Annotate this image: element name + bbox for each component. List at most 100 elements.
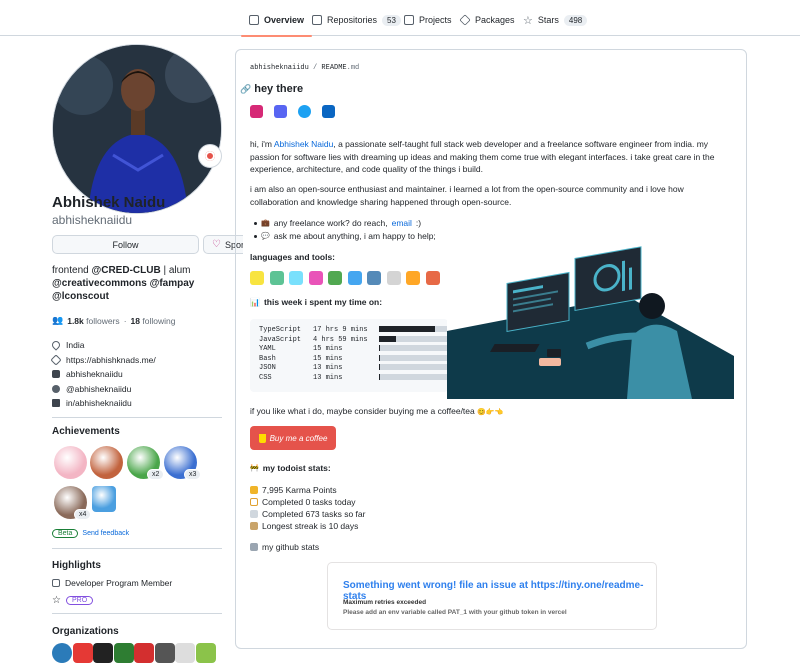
tab-counter: 498	[563, 14, 588, 26]
progress-bar-track	[380, 354, 449, 361]
instagram-icon[interactable]	[250, 105, 263, 118]
stats-error-card[interactable]: Something went wrong! file an issue at h…	[327, 562, 657, 630]
github-stats-heading: my github stats	[250, 542, 319, 552]
organization-avatar[interactable]	[154, 643, 175, 663]
linkedin-icon[interactable]	[322, 105, 335, 118]
tab-stars[interactable]: ☆ Stars 498	[523, 9, 588, 31]
profile-name: Abhishek Naidu	[52, 194, 166, 211]
followers-link[interactable]: 1.8k followers	[67, 316, 119, 326]
highlight-label: Developer Program Member	[65, 578, 173, 588]
highlight-item: ☆ PRO	[52, 595, 94, 606]
language-time: 15 mins	[313, 345, 343, 353]
twitter-icon[interactable]	[298, 105, 311, 118]
linkedin-link[interactable]: in/abhisheknaiidu	[66, 398, 132, 408]
wakatime-row: CSS 13 mins	[259, 374, 449, 384]
python-icon[interactable]	[367, 271, 381, 285]
readme-breadcrumb: abhisheknaiidu / README.md	[250, 64, 359, 72]
instagram-link[interactable]: abhisheknaiidu	[66, 369, 123, 379]
language-time: 15 mins	[313, 354, 343, 363]
location-icon	[50, 339, 62, 351]
coffee-cup-icon	[258, 433, 266, 443]
vcard-details: India https://abhishknads.me/ abhishekna…	[50, 338, 156, 411]
breadcrumb-separator: /	[308, 64, 322, 72]
pro-badge: PRO	[65, 596, 94, 605]
website-link[interactable]: https://abhishknads.me/	[66, 355, 156, 365]
organization-avatar[interactable]	[72, 643, 93, 663]
achievement-multiplier: x3	[184, 469, 202, 480]
profile-tabs: Overview Repositories 53 Projects Packag…	[0, 0, 800, 37]
hourglass-icon	[250, 522, 258, 530]
docker-icon[interactable]	[347, 271, 362, 285]
website-row: https://abhishknads.me/	[50, 353, 156, 368]
twitter-icon	[52, 384, 60, 393]
following-link[interactable]: 18 following	[131, 316, 176, 326]
organization-avatar[interactable]	[195, 643, 216, 663]
tab-overview[interactable]: Overview	[240, 9, 313, 37]
organization-avatar[interactable]	[52, 643, 72, 663]
readme-file-link[interactable]: README	[321, 64, 346, 72]
achievements-feedback: Beta Send feedback	[52, 529, 129, 538]
profile-bio: frontend @CRED-CLUB | alum @creativecomm…	[52, 264, 222, 303]
org-mention[interactable]: @CRED-CLUB	[91, 265, 160, 276]
achievements-heading: Achievements	[52, 426, 120, 437]
error-subtitle: Maximum retries exceeded	[343, 599, 427, 606]
star-icon: ☆	[523, 14, 533, 27]
chart-icon: 📊	[250, 297, 260, 307]
discord-icon[interactable]	[274, 105, 287, 118]
todoist-stat: Completed 0 tasks today	[250, 497, 356, 507]
readme-owner-link[interactable]: abhisheknaiidu	[250, 64, 309, 72]
tab-packages[interactable]: Packages	[459, 9, 515, 31]
tab-repositories[interactable]: Repositories 53	[312, 9, 401, 31]
firebase-icon[interactable]	[406, 271, 420, 285]
vue-icon[interactable]	[269, 271, 284, 285]
beta-badge: Beta	[52, 529, 79, 538]
javascript-icon[interactable]	[250, 271, 264, 285]
language-name: Bash	[259, 354, 276, 363]
tab-counter: 53	[382, 14, 401, 26]
follow-button[interactable]: Follow	[52, 235, 199, 254]
org-mention[interactable]: @lconscout	[52, 291, 109, 302]
status-button[interactable]	[198, 144, 222, 168]
aws-icon[interactable]	[386, 271, 401, 285]
readme-card: abhisheknaiidu / README.md 🔗 hey there h…	[235, 49, 747, 649]
git-icon[interactable]	[425, 271, 440, 285]
link-icon	[50, 354, 62, 366]
email-link[interactable]: email	[392, 218, 412, 228]
achievement-arctic-code-vault-badge[interactable]	[92, 486, 116, 512]
book-icon	[249, 15, 259, 25]
organization-avatar[interactable]	[113, 643, 134, 663]
organization-avatar[interactable]	[93, 643, 113, 663]
linkedin-icon	[52, 399, 60, 408]
chart-icon	[250, 543, 258, 551]
coffee-button-label: Buy me a coffee	[269, 433, 328, 443]
intro-paragraph: hi, i'm Abhishek Naidu, a passionate sel…	[250, 139, 715, 174]
tab-projects[interactable]: Projects	[404, 9, 452, 31]
nodejs-icon[interactable]	[328, 271, 342, 285]
react-icon[interactable]	[289, 271, 303, 285]
twitter-link[interactable]: @abhisheknaiidu	[66, 384, 131, 394]
avatar[interactable]	[52, 44, 222, 214]
anchor-link-icon[interactable]: 🔗	[240, 84, 251, 95]
buy-me-a-coffee-button[interactable]: Buy me a coffee	[250, 426, 336, 450]
name-link[interactable]: Abhishek Naidu	[274, 139, 334, 149]
wakatime-row: YAML 15 mins	[259, 345, 449, 355]
org-mention[interactable]: @creativecommons @fampay	[52, 278, 194, 289]
todoist-stat: Longest streak is 10 days	[250, 521, 358, 531]
instagram-row: abhisheknaiidu	[52, 367, 156, 382]
achievement-starstruck-badge[interactable]	[90, 446, 123, 479]
graphql-icon[interactable]	[308, 271, 323, 285]
todoist-stat: Completed 673 tasks so far	[250, 509, 365, 519]
language-name: JavaScript	[259, 335, 302, 344]
send-feedback-link[interactable]: Send feedback	[82, 530, 129, 537]
list-item: 💬 ask me about anything, i am happy to h…	[254, 231, 436, 241]
wakatime-code-block: TypeScript 17 hrs 9 mins JavaScript 4 hrs 5…	[250, 319, 449, 392]
organization-avatar[interactable]	[175, 643, 195, 663]
divider	[52, 613, 222, 614]
achievement-yolo-badge[interactable]	[54, 446, 87, 479]
bullet	[254, 234, 257, 238]
briefcase-icon: 💼	[261, 220, 270, 227]
highlight-item: Developer Program Member	[52, 578, 172, 588]
developer-illustration	[447, 236, 734, 399]
bio-text: frontend	[52, 265, 92, 276]
organization-avatar[interactable]	[134, 643, 154, 663]
